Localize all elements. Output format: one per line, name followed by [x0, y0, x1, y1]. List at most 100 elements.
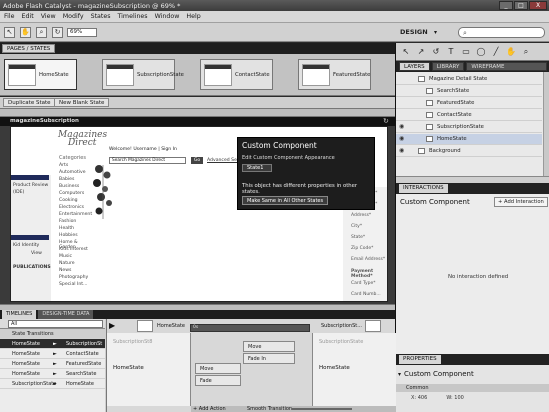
layer-row[interactable]: Magazine Detail State	[396, 74, 542, 85]
hand-tool-icon[interactable]: ✋	[20, 27, 31, 38]
eye-icon[interactable]: ◉	[399, 122, 404, 132]
make-same-button[interactable]: Make Same in All Other States	[242, 196, 329, 205]
text-tool-icon[interactable]: T	[446, 47, 456, 57]
x-value[interactable]: 406	[418, 395, 428, 401]
duplicate-state-button[interactable]: Duplicate State	[3, 98, 56, 107]
transition-row[interactable]: HomeState ► SubscriptionSt	[0, 339, 105, 349]
category-item[interactable]: Hobbies	[59, 233, 78, 238]
common-section[interactable]: Common	[396, 384, 549, 392]
category-item[interactable]: Nature	[59, 261, 75, 266]
help-search-input[interactable]: ⌕	[458, 27, 545, 38]
category-item[interactable]: Kids Interest	[59, 247, 88, 252]
category-item[interactable]: Electronics	[59, 205, 84, 210]
category-item[interactable]: Fashion	[59, 219, 76, 224]
rotate-tool-icon[interactable]: ↻	[52, 27, 63, 38]
category-item[interactable]: Photography	[59, 275, 88, 280]
transitions-header[interactable]: State Transitions	[0, 329, 105, 339]
from-state-object[interactable]: HomeState	[113, 365, 144, 371]
site-search-input[interactable]: Search Magazines Direct	[109, 157, 186, 164]
close-button[interactable]: X	[529, 1, 547, 10]
smooth-transition-button[interactable]: Smooth Transition	[247, 406, 292, 412]
w-value[interactable]: 100	[454, 395, 464, 401]
zoom-select[interactable]: 69%	[67, 28, 97, 37]
layers-scrollbar[interactable]	[543, 72, 549, 176]
time-ruler[interactable]: 0s	[190, 324, 310, 332]
category-item[interactable]: Business	[59, 184, 79, 189]
go-button[interactable]: Go	[191, 157, 203, 164]
state-thumb-contact[interactable]: ContactState	[200, 59, 273, 90]
to-state-greyed: SubscriptionState	[319, 339, 364, 345]
transition-row[interactable]: HomeState ► FeaturedState	[0, 359, 105, 369]
to-state-object[interactable]: HomeState	[319, 365, 350, 371]
state-thumb-featured[interactable]: FeaturedState	[298, 59, 371, 90]
menu-edit[interactable]: Edit	[22, 13, 34, 20]
refresh-icon[interactable]: ↻	[383, 118, 391, 126]
effect-bar[interactable]: Fade In	[243, 353, 295, 364]
tab-interactions[interactable]: INTERACTIONS	[399, 184, 448, 193]
chevron-down-icon[interactable]: ▾	[398, 371, 401, 378]
category-item[interactable]: Automotive	[59, 170, 86, 175]
tab-layers[interactable]: LAYERS	[399, 62, 430, 71]
menu-view[interactable]: View	[41, 13, 56, 20]
layer-row[interactable]: FeaturedState	[396, 98, 542, 109]
layer-row[interactable]: ContactState	[396, 110, 542, 121]
menu-window[interactable]: Window	[155, 13, 180, 20]
tab-properties[interactable]: PROPERTIES	[399, 355, 441, 364]
transition-row[interactable]: SubscriptionState ► HomeState	[0, 379, 105, 389]
menu-help[interactable]: Help	[186, 13, 200, 20]
menu-modify[interactable]: Modify	[63, 13, 84, 20]
eye-icon[interactable]: ◉	[399, 134, 404, 144]
category-item[interactable]: Music	[59, 254, 72, 259]
tab-library[interactable]: LIBRARY	[431, 62, 465, 71]
ellipse-tool-icon[interactable]: ◯	[476, 47, 486, 57]
category-item[interactable]: Cooking	[59, 198, 78, 203]
layer-row[interactable]: ◉ HomeState	[396, 134, 542, 145]
category-item[interactable]: Special Int...	[59, 282, 87, 287]
minimize-button[interactable]: _	[499, 1, 513, 10]
workspace-switcher[interactable]: DESIGN	[400, 28, 428, 36]
transition-row[interactable]: HomeState ► ContactState	[0, 349, 105, 359]
category-item[interactable]: Health	[59, 226, 74, 231]
add-action-button[interactable]: + Add Action	[193, 406, 226, 412]
layer-row[interactable]: SearchState	[396, 86, 542, 97]
layer-row[interactable]: ◉ SubscriptionState	[396, 122, 542, 133]
play-icon[interactable]: ▶	[109, 321, 119, 331]
effect-bar[interactable]: Move	[243, 341, 295, 352]
new-blank-state-button[interactable]: New Blank State	[54, 98, 110, 107]
select-tool-icon[interactable]: ↖	[4, 27, 15, 38]
rectangle-tool-icon[interactable]: ▭	[461, 47, 471, 57]
line-tool-icon[interactable]: ╱	[491, 47, 501, 57]
zoom-tool-icon[interactable]: ⌕	[521, 47, 531, 57]
transition-filter-select[interactable]: All	[8, 320, 103, 328]
direct-select-icon[interactable]: ↗	[416, 47, 426, 57]
menu-states[interactable]: States	[91, 13, 111, 20]
effect-bar[interactable]: Move	[195, 363, 241, 374]
tab-wireframe-components[interactable]: WIREFRAME COMPONENTS	[466, 62, 547, 79]
chevron-down-icon[interactable]: ▾	[434, 29, 437, 36]
category-item[interactable]: Arts	[59, 163, 68, 168]
add-interaction-button[interactable]: + Add Interaction	[494, 197, 548, 207]
layers-tabbar: LAYERS LIBRARY WIREFRAME COMPONENTS	[396, 61, 549, 79]
effect-bar[interactable]: Fade	[195, 375, 241, 386]
tab-timelines[interactable]: TIMELINES	[2, 310, 37, 319]
state-thumb-subscription[interactable]: SubscriptionState	[102, 59, 184, 90]
state-dropdown[interactable]: State1	[242, 164, 272, 172]
category-item[interactable]: Babies	[59, 177, 74, 182]
eye-icon[interactable]: ◉	[399, 146, 404, 156]
menu-file[interactable]: File	[4, 13, 15, 20]
maximize-button[interactable]: □	[514, 1, 528, 10]
transform-icon[interactable]: ↺	[431, 47, 441, 57]
state-thumb-home[interactable]: HomeState	[4, 59, 77, 90]
tab-pages-states[interactable]: PAGES / STATES	[2, 44, 56, 53]
transition-row[interactable]: HomeState ► SearchState	[0, 369, 105, 379]
category-item[interactable]: Entertainment	[59, 212, 92, 217]
selection-tool-icon[interactable]: ↖	[401, 47, 411, 57]
layer-row[interactable]: ◉ Background	[396, 146, 542, 157]
category-item[interactable]: Computers	[59, 191, 84, 196]
timeline-zoom-slider[interactable]	[292, 408, 352, 410]
hand-tool-icon[interactable]: ✋	[506, 47, 516, 57]
menu-timelines[interactable]: Timelines	[118, 13, 148, 20]
category-item[interactable]: News	[59, 268, 71, 273]
tab-design-time-data[interactable]: DESIGN-TIME DATA	[38, 310, 94, 319]
zoom-tool-icon[interactable]: ⌕	[36, 27, 47, 38]
